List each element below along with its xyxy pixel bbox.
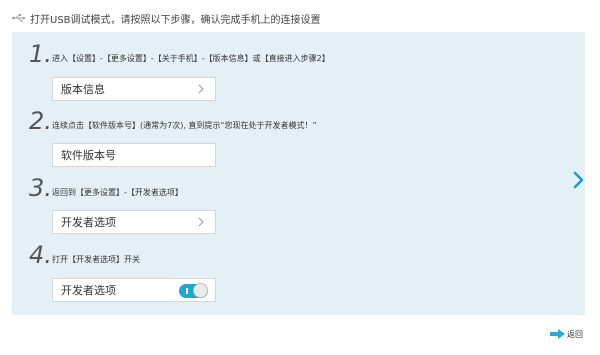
field-label: 软件版本号 bbox=[61, 149, 116, 162]
back-label: 返回 bbox=[567, 329, 583, 339]
step-number-4: 4. bbox=[29, 241, 52, 269]
software-version-item[interactable]: 软件版本号 bbox=[52, 143, 216, 167]
chevron-right-icon bbox=[195, 83, 207, 95]
developer-options-toggle-row: 开发者选项 bbox=[52, 278, 216, 302]
developer-options-item[interactable]: 开发者选项 bbox=[52, 210, 216, 234]
usb-icon bbox=[12, 14, 26, 22]
back-button[interactable]: 返回 bbox=[550, 327, 583, 341]
step-number-2: 2. bbox=[29, 107, 52, 135]
steps-panel: 1. 进入【设置】-【更多设置】-【关于手机】-【版本信息】或【直接进入步骤2】… bbox=[12, 32, 585, 315]
chevron-right-icon bbox=[195, 216, 207, 228]
toggle-knob bbox=[193, 283, 208, 298]
usb-instructions-header: 打开USB调试模式，请按照以下步骤，确认完成手机上的连接设置 bbox=[12, 9, 321, 27]
toggle-on-mark bbox=[186, 288, 188, 294]
developer-options-toggle[interactable] bbox=[179, 283, 208, 298]
arrow-right-icon bbox=[550, 329, 565, 339]
field-label: 开发者选项 bbox=[61, 284, 116, 297]
step-text-2: 连续点击【软件版本号】(通常为7次), 直到提示“您现在处于开发者模式！” bbox=[52, 121, 317, 130]
version-info-item[interactable]: 版本信息 bbox=[52, 77, 216, 101]
field-label: 开发者选项 bbox=[61, 216, 116, 229]
header-text: 打开USB调试模式，请按照以下步骤，确认完成手机上的连接设置 bbox=[30, 14, 321, 26]
field-label: 版本信息 bbox=[61, 83, 105, 96]
step-text-3: 返回到【更多设置】-【开发者选项】 bbox=[52, 188, 183, 197]
step-number-3: 3. bbox=[29, 174, 52, 202]
next-step-chevron-icon[interactable] bbox=[572, 170, 586, 190]
step-text-1: 进入【设置】-【更多设置】-【关于手机】-【版本信息】或【直接进入步骤2】 bbox=[52, 54, 330, 63]
step-number-1: 1. bbox=[29, 40, 52, 68]
step-text-4: 打开【开发者选项】开关 bbox=[52, 255, 140, 264]
